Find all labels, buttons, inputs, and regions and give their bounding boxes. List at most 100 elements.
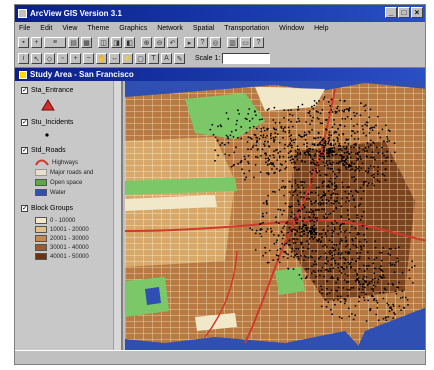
menu-edit[interactable]: Edit	[40, 25, 52, 32]
table-icon[interactable]: ▦	[81, 37, 92, 48]
incident-point	[288, 226, 291, 229]
incident-point	[379, 291, 381, 294]
zoom-in-fixed-icon[interactable]: ⊕	[141, 37, 152, 48]
layer-entrance[interactable]: ✓ Sta_Entrance	[21, 87, 73, 94]
incident-point	[373, 272, 376, 274]
incident-point	[341, 117, 344, 120]
incident-point	[335, 281, 337, 284]
incident-point	[235, 123, 238, 126]
incident-point	[390, 306, 392, 308]
incident-point	[319, 112, 322, 115]
toc-scrollbar[interactable]	[113, 81, 121, 353]
measure-icon[interactable]: ↔	[109, 53, 120, 64]
locate-icon[interactable]: ◎	[210, 37, 221, 48]
draw-icon[interactable]: ✎	[174, 53, 185, 64]
incident-point	[320, 240, 323, 243]
menu-network[interactable]: Network	[157, 25, 183, 32]
zoom-out-icon[interactable]: −	[83, 53, 94, 64]
incident-point	[310, 272, 313, 275]
incident-point	[316, 208, 319, 211]
select-tool-icon[interactable]: ▫	[57, 53, 68, 64]
zoom-full-icon[interactable]: ◫	[98, 37, 109, 48]
query-builder-icon[interactable]: ?	[197, 37, 208, 48]
incident-point	[316, 161, 319, 164]
incident-point	[338, 316, 341, 318]
incident-point	[372, 173, 375, 176]
incident-point	[289, 159, 292, 162]
incident-point	[357, 138, 360, 140]
incident-point	[282, 130, 285, 132]
incident-point	[348, 153, 351, 156]
incident-point	[296, 218, 299, 221]
incident-point	[348, 186, 350, 188]
incident-point	[259, 171, 262, 174]
zoom-previous-icon[interactable]: ↶	[167, 37, 178, 48]
layer-checkbox[interactable]: ✓	[21, 119, 28, 126]
menu-graphics[interactable]: Graphics	[119, 25, 147, 32]
zoom-active-icon[interactable]: ◨	[111, 37, 122, 48]
legend-item: 30001 - 40000	[35, 244, 89, 251]
zoom-out-fixed-icon[interactable]: ⊖	[154, 37, 165, 48]
incident-point	[267, 261, 270, 264]
properties-icon[interactable]: ≡	[44, 37, 66, 48]
incident-point	[339, 223, 342, 226]
menu-help[interactable]: Help	[314, 25, 328, 32]
chart-icon[interactable]: ▥	[227, 37, 238, 48]
hotlink-icon[interactable]: ⚡	[122, 53, 133, 64]
layer-block-groups[interactable]: ✓ Block Groups	[21, 205, 73, 212]
area-of-interest-icon[interactable]: ▢	[135, 53, 146, 64]
layer-roads[interactable]: ✓ Std_Roads	[21, 147, 66, 154]
layer-incidents[interactable]: ✓ Stu_Incidents	[21, 119, 73, 126]
layer-checkbox[interactable]: ✓	[21, 87, 28, 94]
legend-item: Major roads and	[35, 169, 93, 176]
minimize-icon[interactable]: _	[385, 7, 397, 18]
incident-point	[264, 251, 267, 254]
incident-point	[319, 122, 322, 125]
incident-point	[273, 165, 276, 167]
incident-point	[229, 134, 232, 137]
save-icon[interactable]: ▪	[18, 37, 29, 48]
incident-point	[297, 186, 300, 188]
pointer-icon[interactable]: ↖	[31, 53, 42, 64]
layout-icon[interactable]: ▭	[240, 37, 251, 48]
incident-point	[284, 143, 286, 146]
layer-checkbox[interactable]: ✓	[21, 205, 28, 212]
menu-transportation[interactable]: Transportation	[224, 25, 269, 32]
legend-icon[interactable]: ▤	[68, 37, 79, 48]
incident-point	[267, 157, 270, 160]
menu-theme[interactable]: Theme	[87, 25, 109, 32]
scale-input[interactable]	[222, 53, 271, 64]
text-icon[interactable]: A	[161, 53, 172, 64]
select-feature-icon[interactable]: ▸	[184, 37, 195, 48]
zoom-selected-icon[interactable]: ◧	[124, 37, 135, 48]
incident-point	[277, 255, 280, 257]
menu-spatial[interactable]: Spatial	[193, 25, 214, 32]
incident-point	[290, 146, 293, 149]
identify-icon[interactable]: i	[18, 53, 29, 64]
close-icon[interactable]: ×	[411, 7, 423, 18]
map-display[interactable]	[125, 81, 426, 353]
incident-point	[262, 126, 265, 129]
incident-point	[333, 226, 336, 229]
add-theme-icon[interactable]: +	[31, 37, 42, 48]
menu-file[interactable]: File	[19, 25, 30, 32]
incident-point	[340, 158, 343, 160]
incident-point	[377, 166, 380, 168]
incident-point	[278, 261, 281, 264]
incident-point	[272, 136, 275, 139]
incident-point	[216, 140, 219, 142]
menu-window[interactable]: Window	[279, 25, 304, 32]
layer-checkbox[interactable]: ✓	[21, 147, 28, 154]
incident-point	[327, 142, 329, 145]
menu-view[interactable]: View	[62, 25, 77, 32]
help-icon[interactable]: ?	[253, 37, 264, 48]
label-icon[interactable]: T	[148, 53, 159, 64]
maximize-icon[interactable]: □	[398, 7, 410, 18]
incident-point	[354, 142, 357, 145]
pan-icon[interactable]: ✋	[96, 53, 107, 64]
map-canvas[interactable]	[125, 81, 426, 353]
incident-point	[299, 191, 302, 194]
incident-point	[371, 126, 374, 129]
zoom-in-icon[interactable]: +	[70, 53, 81, 64]
vertex-edit-icon[interactable]: ◇	[44, 53, 55, 64]
